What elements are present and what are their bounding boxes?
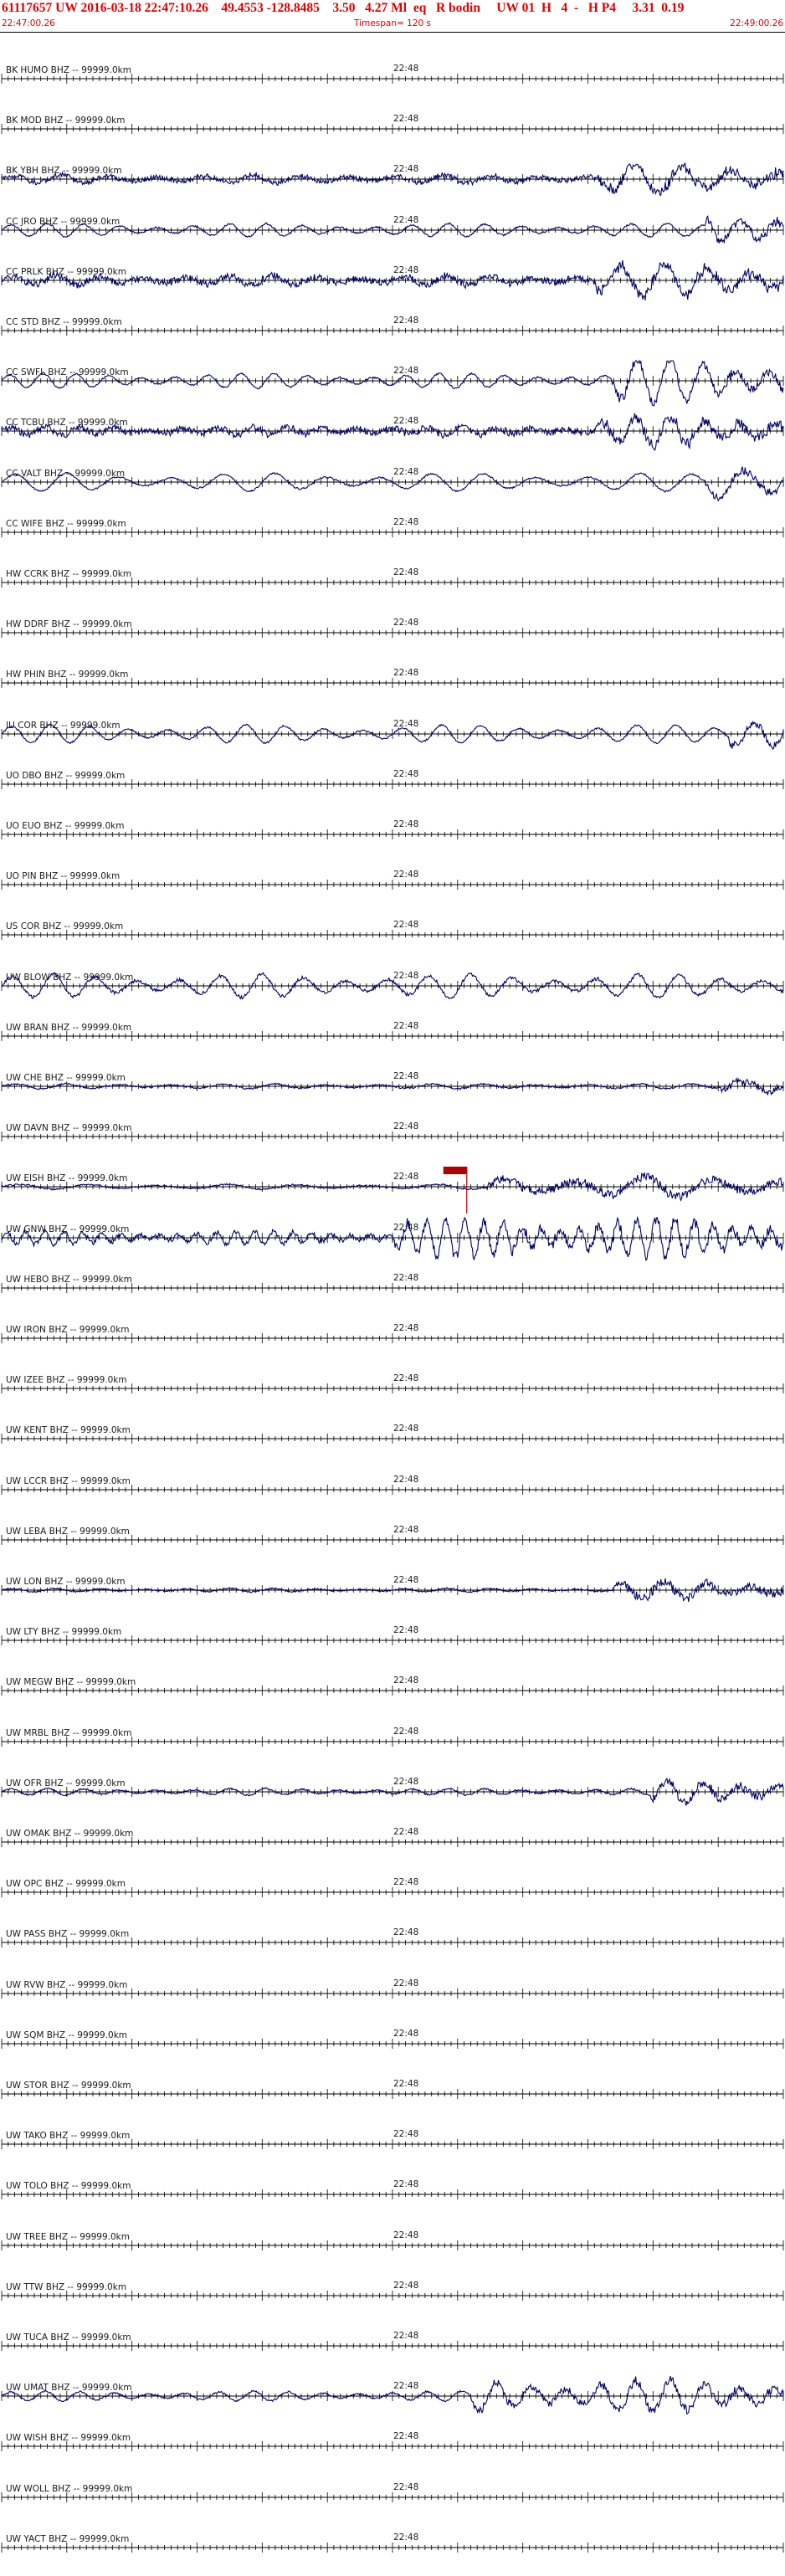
trace-plot (1, 214, 784, 244)
axis-ticks (1, 2089, 784, 2099)
axis-ticks (1, 1837, 784, 1847)
axis-ticks (1, 326, 784, 336)
trace-plot (1, 2341, 784, 2351)
axis-ticks (1, 2189, 784, 2200)
event-title: 61117657 UW 2016-03-18 22:47:10.26 49.45… (2, 1, 685, 15)
trace-plot (1, 2089, 784, 2099)
trace-plot (1, 359, 784, 407)
axis-ticks (1, 1383, 784, 1394)
axis-ticks (1, 174, 784, 185)
pick-flag (443, 1167, 467, 1175)
axis-ticks (1, 2038, 784, 2049)
trace-plot (1, 326, 784, 336)
axis-ticks (1, 1736, 784, 1747)
trace-plot (1, 1534, 784, 1545)
trace-plot (1, 259, 784, 300)
axis-ticks (1, 2139, 784, 2150)
trace-plot (1, 678, 784, 689)
trace-plot (1, 2290, 784, 2301)
trace-plot (1, 1383, 784, 1394)
axis-ticks (1, 2290, 784, 2301)
trace-plot (1, 1484, 784, 1495)
trace-plot (1, 1578, 784, 1603)
trace-plot (1, 2139, 784, 2150)
trace-plot (1, 628, 784, 639)
axis-ticks (1, 74, 784, 84)
axis-ticks (1, 1484, 784, 1495)
trace-plot (1, 930, 784, 941)
trace-plot (1, 1837, 784, 1847)
axis-ticks (1, 2491, 784, 2502)
axis-ticks (1, 930, 784, 941)
axis-ticks (1, 1434, 784, 1445)
axis-ticks (1, 1786, 784, 1797)
axis-ticks (1, 778, 784, 789)
trace-plot (1, 413, 784, 452)
trace-plot (1, 2491, 784, 2502)
axis-ticks (1, 1333, 784, 1343)
trace-plot (1, 2441, 784, 2452)
trace-plot (1, 1282, 784, 1293)
trace-plot (1, 1937, 784, 1948)
axis-ticks (1, 880, 784, 890)
trace-plot (1, 880, 784, 890)
end-time: 22:49:00.26 (730, 18, 783, 28)
axis-ticks (1, 2341, 784, 2351)
trace-plot (1, 1635, 784, 1646)
trace-plot (1, 74, 784, 84)
trace-plot (1, 526, 784, 537)
trace-plot (1, 1077, 784, 1096)
trace-plot (1, 2240, 784, 2250)
axis-ticks (1, 1988, 784, 1999)
axis-ticks (1, 124, 784, 135)
trace-plot (1, 1167, 784, 1214)
trace-plot (1, 1736, 784, 1747)
axis-ticks (1, 628, 784, 639)
trace-plot (1, 1030, 784, 1041)
trace-plot (1, 1686, 784, 1696)
axis-ticks (1, 1635, 784, 1646)
axis-ticks (1, 829, 784, 839)
trace-plot (1, 971, 784, 1000)
trace-plot (1, 162, 784, 197)
trace-plot (1, 1333, 784, 1343)
axis-ticks (1, 1030, 784, 1041)
axis-ticks (1, 2441, 784, 2452)
trace-plot (1, 778, 784, 789)
trace-plot (1, 1887, 784, 1898)
axis-ticks (1, 1131, 784, 1142)
axis-ticks (1, 577, 784, 588)
trace-plot (1, 1777, 784, 1806)
trace-plot (1, 720, 784, 750)
record-header: 61117657 UW 2016-03-18 22:47:10.26 49.45… (0, 0, 785, 33)
trace-plot (1, 2376, 784, 2415)
timespan: Timespan= 120 s (354, 18, 431, 28)
trace-plot (1, 124, 784, 135)
axis-ticks (1, 1282, 784, 1293)
trace-plot (1, 1131, 784, 1142)
trace-plot (1, 1215, 784, 1261)
seismogram-traces: BK HUMO BHZ -- 99999.0km 22:48 BK MOD BHZ … (0, 0, 785, 2553)
trace-plot (1, 2542, 784, 2553)
trace-plot (1, 2038, 784, 2049)
trace-plot (1, 2189, 784, 2200)
axis-ticks (1, 426, 784, 437)
axis-ticks (1, 1686, 784, 1696)
trace-plot (1, 577, 784, 588)
axis-ticks (1, 1887, 784, 1898)
axis-ticks (1, 526, 784, 537)
axis-ticks (1, 1937, 784, 1948)
axis-ticks (1, 678, 784, 689)
trace-plot (1, 1988, 784, 1999)
trace-plot (1, 1434, 784, 1445)
axis-ticks (1, 1534, 784, 1545)
trace-plot (1, 465, 784, 502)
axis-ticks (1, 2240, 784, 2250)
trace-plot (1, 829, 784, 839)
